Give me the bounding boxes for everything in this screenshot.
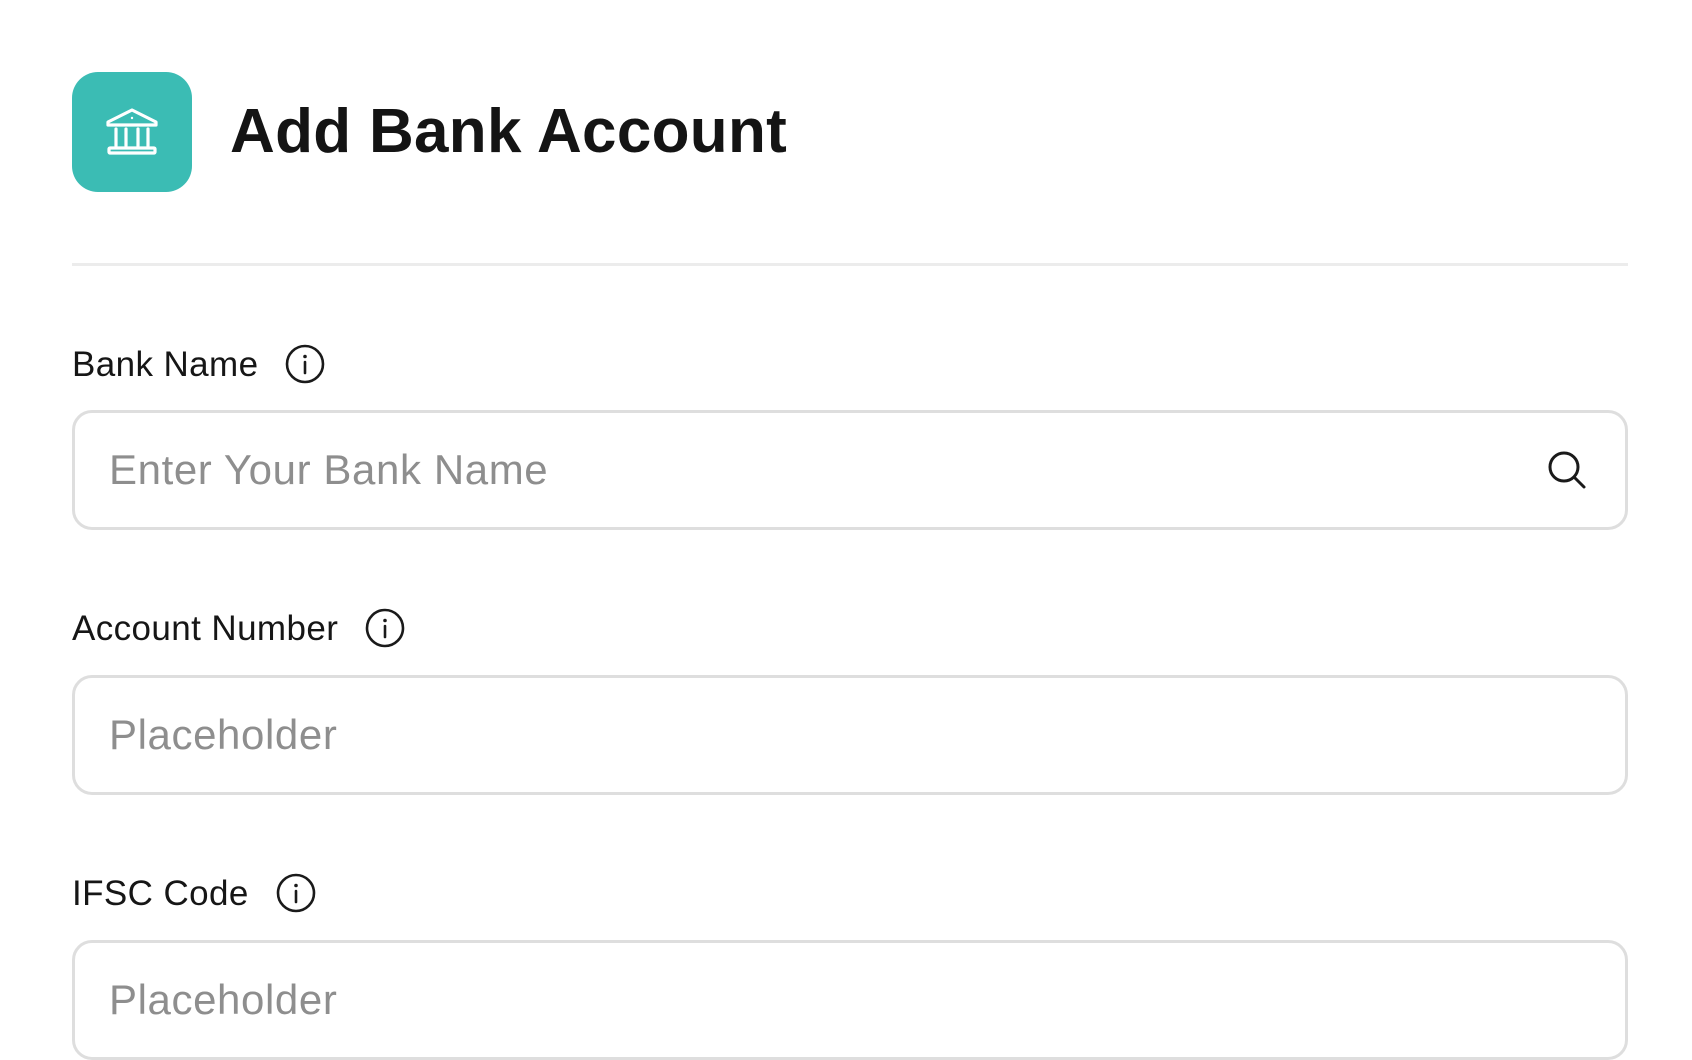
account-number-field — [72, 675, 1628, 795]
ifsc-code-label-row: IFSC Code — [72, 872, 317, 914]
bank-icon — [104, 106, 160, 158]
bank-name-input[interactable] — [75, 413, 1545, 527]
info-icon[interactable] — [275, 872, 317, 914]
page-header: Add Bank Account — [72, 72, 787, 192]
bank-name-label: Bank Name — [72, 344, 259, 384]
account-number-input[interactable] — [75, 678, 1625, 792]
bank-name-label-row: Bank Name — [72, 343, 326, 385]
account-number-label-row: Account Number — [72, 607, 406, 649]
ifsc-code-label: IFSC Code — [72, 873, 249, 913]
bank-name-field — [72, 410, 1628, 530]
info-icon[interactable] — [364, 607, 406, 649]
info-icon[interactable] — [284, 343, 326, 385]
page-title: Add Bank Account — [230, 97, 788, 166]
bank-badge — [72, 72, 192, 192]
ifsc-code-field — [72, 940, 1628, 1060]
account-number-label: Account Number — [72, 608, 339, 648]
header-divider — [72, 263, 1628, 266]
ifsc-code-input[interactable] — [75, 943, 1625, 1057]
search-icon[interactable] — [1545, 448, 1589, 492]
